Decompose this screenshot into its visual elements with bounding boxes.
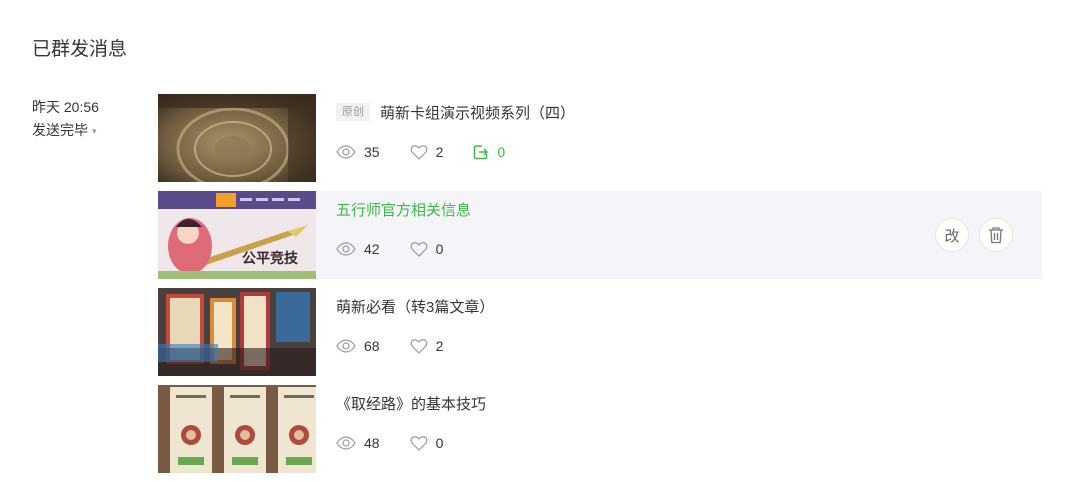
article-thumbnail[interactable] xyxy=(158,385,316,473)
like-count: 0 xyxy=(410,435,443,451)
edit-button[interactable]: 改 xyxy=(935,218,969,252)
send-status-dropdown[interactable]: 发送完毕 ▾ xyxy=(32,118,99,142)
share-icon xyxy=(474,145,489,160)
original-tag: 原创 xyxy=(336,103,370,121)
article-thumbnail[interactable] xyxy=(158,94,316,182)
eye-icon xyxy=(336,145,356,159)
article-item[interactable]: 原创 萌新卡组演示视频系列（四） 35 2 0 xyxy=(158,94,1042,182)
heart-icon xyxy=(410,339,427,354)
heart-icon xyxy=(410,242,427,257)
delete-button[interactable] xyxy=(979,218,1013,252)
heart-icon xyxy=(410,145,427,160)
article-thumbnail[interactable] xyxy=(158,288,316,376)
thumbnail-text: 公平竞技 xyxy=(242,250,299,267)
eye-icon xyxy=(336,242,356,256)
article-thumbnail[interactable]: 公平竞技 xyxy=(158,191,316,279)
article-actions: 改 xyxy=(935,218,1013,252)
view-count: 68 xyxy=(336,338,380,354)
article-item[interactable]: 公平竞技 五行师官方相关信息 42 0 改 xyxy=(158,191,1042,279)
heart-icon xyxy=(410,436,427,451)
send-status: 发送完毕 xyxy=(32,122,88,138)
share-count: 0 xyxy=(473,144,505,160)
eye-icon xyxy=(336,339,356,353)
view-count: 35 xyxy=(336,144,380,160)
article-item[interactable]: 《取经路》的基本技巧 48 0 xyxy=(158,385,1042,473)
view-count: 48 xyxy=(336,435,380,451)
page-title: 已群发消息 xyxy=(32,39,128,60)
like-count: 0 xyxy=(410,241,443,257)
eye-icon xyxy=(336,436,356,450)
view-count: 42 xyxy=(336,241,380,257)
article-title[interactable]: 五行师官方相关信息 xyxy=(336,199,471,220)
article-list: 原创 萌新卡组演示视频系列（四） 35 2 0 公平竞技 五行师官方相关信息 4… xyxy=(158,94,1042,482)
caret-down-icon: ▾ xyxy=(92,126,97,136)
like-count: 2 xyxy=(410,144,443,160)
article-title[interactable]: 萌新必看（转3篇文章） xyxy=(336,296,494,317)
article-item[interactable]: 萌新必看（转3篇文章） 68 2 xyxy=(158,288,1042,376)
trash-icon xyxy=(989,227,1003,244)
article-title[interactable]: 萌新卡组演示视频系列（四） xyxy=(380,102,575,123)
send-meta: 昨天 20:56 发送完毕 ▾ xyxy=(32,96,99,142)
send-time: 昨天 20:56 xyxy=(32,99,99,115)
like-count: 2 xyxy=(410,338,443,354)
article-title[interactable]: 《取经路》的基本技巧 xyxy=(336,393,486,414)
